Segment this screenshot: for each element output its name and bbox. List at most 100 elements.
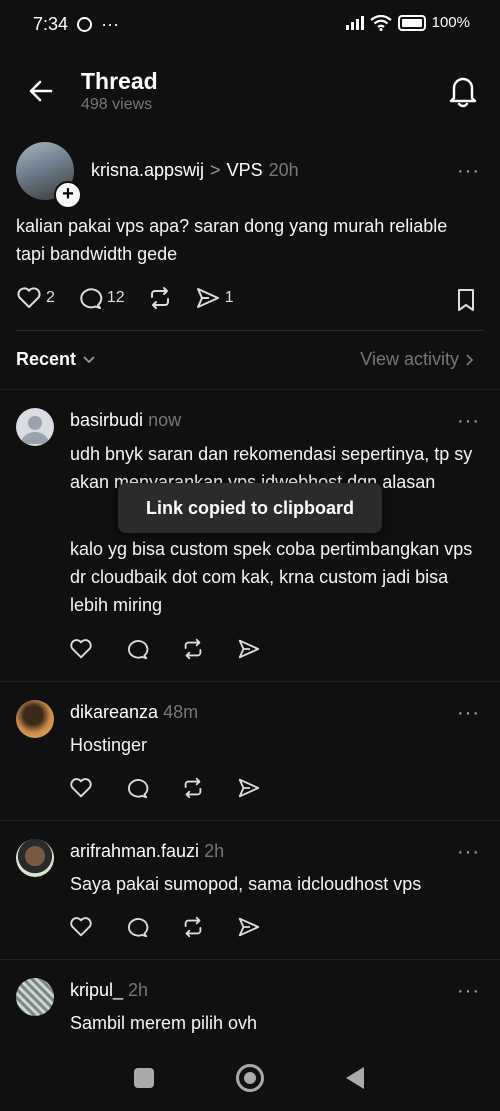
op-username[interactable]: krisna.appswij xyxy=(91,160,204,181)
sort-dropdown[interactable]: Recent xyxy=(16,349,96,370)
reply-avatar[interactable] xyxy=(16,408,54,446)
send-icon xyxy=(238,778,260,798)
share-button[interactable] xyxy=(237,776,261,800)
battery-percent: 100% xyxy=(431,14,470,31)
bookmark-icon xyxy=(458,289,474,311)
reply-text: Hostinger xyxy=(70,735,148,755)
page-title: Thread xyxy=(81,68,158,94)
reply-actions xyxy=(69,915,261,939)
repost-button[interactable] xyxy=(181,776,205,800)
comment-icon xyxy=(80,288,103,309)
send-icon xyxy=(196,288,219,308)
back-arrow-icon xyxy=(29,80,53,102)
send-icon xyxy=(238,917,260,937)
divider xyxy=(0,959,500,960)
like-button[interactable] xyxy=(69,637,93,661)
repost-icon xyxy=(150,287,169,309)
repost-button[interactable] xyxy=(181,915,205,939)
wifi-icon xyxy=(369,14,392,31)
like-button[interactable] xyxy=(69,915,93,939)
like-count: 2 xyxy=(46,289,55,306)
repost-button[interactable] xyxy=(147,286,173,310)
view-activity-label: View activity xyxy=(360,349,459,369)
reply-more-icon[interactable]: ··· xyxy=(457,841,480,864)
reply-avatar[interactable] xyxy=(16,700,54,738)
reply-count: 12 xyxy=(106,289,125,306)
heart-icon xyxy=(70,917,92,937)
share-button[interactable]: 1 xyxy=(195,286,234,310)
reply-text: Sambil merem pilih ovh xyxy=(70,1013,258,1033)
op-actions: 2 12 1 xyxy=(16,286,234,310)
reply-button[interactable]: 12 xyxy=(77,286,125,310)
op-community[interactable]: VPS xyxy=(227,160,263,181)
reply-meta: dikareanza 48m xyxy=(70,702,198,723)
reply-avatar[interactable] xyxy=(16,978,54,1016)
reply-username[interactable]: basirbudi xyxy=(70,410,143,430)
reply-meta: kripul_ 2h xyxy=(70,980,148,1001)
reply-time: 48m xyxy=(163,702,199,722)
comment-icon xyxy=(128,779,149,799)
comment-icon xyxy=(128,918,149,938)
heart-icon xyxy=(70,778,92,798)
repost-button[interactable] xyxy=(181,637,205,661)
reply-text: kalo yg bisa custom spek coba pertimbang… xyxy=(70,539,473,615)
reply-avatar[interactable] xyxy=(16,839,54,877)
op-meta: krisna.appswij > VPS 20h xyxy=(91,160,299,181)
repost-icon xyxy=(184,638,202,660)
reply-username[interactable]: arifrahman.fauzi xyxy=(70,841,199,861)
divider xyxy=(0,681,500,682)
like-button[interactable] xyxy=(69,776,93,800)
reply-more-icon[interactable]: ··· xyxy=(457,980,480,1003)
reply-button[interactable] xyxy=(125,776,149,800)
comment-icon xyxy=(128,640,149,660)
share-button[interactable] xyxy=(237,637,261,661)
sort-label: Recent xyxy=(16,349,77,369)
reply-button[interactable] xyxy=(125,915,149,939)
op-text: kalian pakai vps apa? saran dong yang mu… xyxy=(16,216,448,264)
op-more-icon[interactable]: ··· xyxy=(457,160,480,183)
reply-username[interactable]: dikareanza xyxy=(70,702,158,722)
repost-icon xyxy=(184,916,202,938)
system-back-button[interactable] xyxy=(346,1067,364,1089)
status-time: 7:34 ··· xyxy=(33,14,120,34)
reply-button[interactable] xyxy=(125,637,149,661)
battery-icon xyxy=(397,14,426,31)
toast-notification: Link copied to clipboard xyxy=(118,483,382,533)
repost-icon xyxy=(184,777,202,799)
chevron-right-icon: > xyxy=(210,160,221,180)
reply-actions xyxy=(69,776,261,800)
signal-icon xyxy=(345,15,364,30)
notifications-button[interactable] xyxy=(447,74,479,108)
like-button[interactable]: 2 xyxy=(16,286,55,310)
divider xyxy=(0,389,500,390)
reply-text: Saya pakai sumopod, sama idcloudhost vps xyxy=(70,874,422,894)
share-button[interactable] xyxy=(237,915,261,939)
send-icon xyxy=(238,639,260,659)
divider xyxy=(0,820,500,821)
heart-icon xyxy=(17,287,41,308)
reply-more-icon[interactable]: ··· xyxy=(457,702,480,725)
back-button[interactable] xyxy=(26,76,56,106)
reply-time: 2h xyxy=(128,980,149,1000)
reply-username[interactable]: kripul_ xyxy=(70,980,123,1000)
reply-time: 2h xyxy=(204,841,225,861)
divider xyxy=(16,330,484,331)
reply-meta: basirbudi now xyxy=(70,410,181,431)
op-time: 20h xyxy=(268,160,299,180)
follow-plus-icon[interactable]: + xyxy=(54,181,82,209)
chevron-down-icon xyxy=(83,355,95,363)
reply-more-icon[interactable]: ··· xyxy=(457,410,480,433)
chevron-right-icon xyxy=(466,353,474,366)
toast-message: Link copied to clipboard xyxy=(145,497,354,518)
bell-icon xyxy=(449,77,477,108)
bookmark-button[interactable] xyxy=(455,288,477,317)
reply-meta: arifrahman.fauzi 2h xyxy=(70,841,224,862)
share-count: 1 xyxy=(224,289,234,306)
recent-apps-button[interactable] xyxy=(134,1068,154,1088)
reply-actions xyxy=(69,637,261,661)
status-icons: 100% xyxy=(345,14,470,31)
reply-time: now xyxy=(148,410,182,430)
home-button[interactable] xyxy=(236,1064,264,1092)
whatsapp-icon xyxy=(77,17,93,32)
view-activity-link[interactable]: View activity xyxy=(360,349,475,370)
